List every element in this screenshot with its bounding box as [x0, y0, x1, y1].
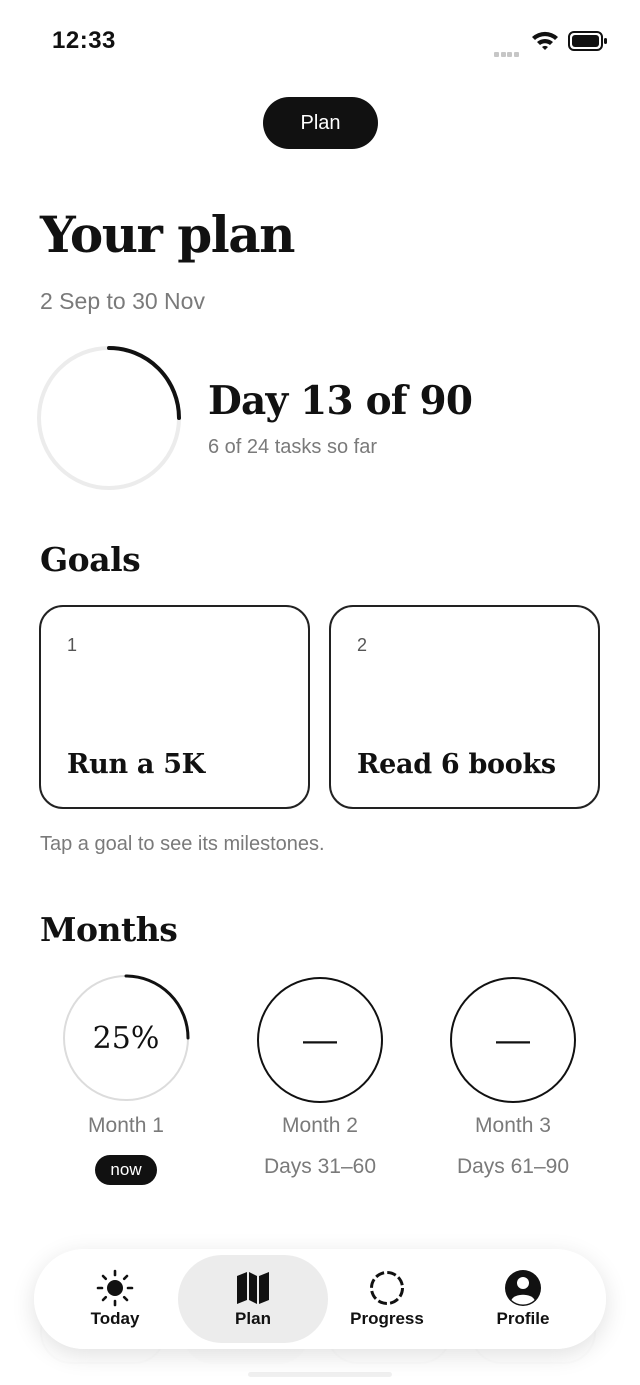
month-ring: —	[449, 976, 577, 1104]
nav-tab-plan[interactable]: Plan	[178, 1255, 328, 1343]
month-days: Days 31–60	[263, 1155, 377, 1178]
sun-icon	[96, 1269, 134, 1307]
plan-day-label: Day 13 of 90	[208, 378, 473, 424]
goal-card-read[interactable]: 2 Read 6 books	[329, 605, 600, 809]
dashed-circle-icon	[370, 1271, 404, 1305]
plan-tasks-label: 6 of 24 tasks so far	[208, 436, 377, 458]
nav-tab-today[interactable]: Today	[40, 1255, 190, 1343]
month-1[interactable]: 25% Month 1 now	[36, 972, 216, 1185]
user-icon	[505, 1270, 541, 1306]
month-2[interactable]: — Month 2 Days 31–60	[230, 976, 410, 1179]
goal-name: Run a 5K	[67, 749, 205, 780]
month-value: —	[496, 1020, 530, 1059]
month-name: Month 2	[282, 1114, 358, 1137]
month-value: —	[303, 1020, 337, 1059]
goal-number: 1	[67, 635, 78, 655]
month-3[interactable]: — Month 3 Days 61–90	[423, 976, 603, 1179]
bottom-nav: Today Plan Progress Profile	[34, 1249, 606, 1349]
plan-progress-ring	[37, 346, 181, 490]
status-time: 12:33	[52, 27, 116, 54]
plan-header-pill[interactable]: Plan	[263, 97, 378, 149]
goals-section-title: Goals	[40, 540, 141, 579]
signal-icon	[494, 44, 524, 57]
nav-label: Progress	[350, 1309, 424, 1328]
plan-progress-arc	[107, 346, 181, 420]
plan-date-range: 2 Sep to 30 Nov	[40, 288, 205, 314]
month-name: Month 3	[475, 1114, 551, 1137]
month-progress-ring: 25%	[60, 972, 192, 1104]
map-icon	[237, 1272, 269, 1304]
month-name: Month 1	[88, 1114, 164, 1137]
wifi-icon	[532, 31, 558, 50]
nav-tab-profile[interactable]: Profile	[448, 1255, 598, 1343]
goals-hint: Tap a goal to see its milestones.	[40, 833, 325, 855]
months-section-title: Months	[40, 910, 178, 949]
goal-number: 2	[357, 635, 368, 655]
now-badge: now	[95, 1155, 157, 1185]
month-percent: 25%	[92, 1020, 160, 1056]
month-ring: —	[256, 976, 384, 1104]
home-indicator	[248, 1372, 392, 1377]
goal-name: Read 6 books	[357, 749, 556, 780]
month-days: Days 61–90	[456, 1155, 570, 1178]
nav-tab-progress[interactable]: Progress	[312, 1255, 462, 1343]
nav-label: Plan	[235, 1309, 271, 1328]
nav-label: Profile	[496, 1309, 550, 1328]
status-bar: 12:33	[0, 0, 640, 80]
nav-label: Today	[90, 1309, 140, 1328]
page-title: Your plan	[40, 205, 296, 264]
goal-card-run[interactable]: 1 Run a 5K	[39, 605, 310, 809]
battery-icon	[568, 31, 607, 51]
